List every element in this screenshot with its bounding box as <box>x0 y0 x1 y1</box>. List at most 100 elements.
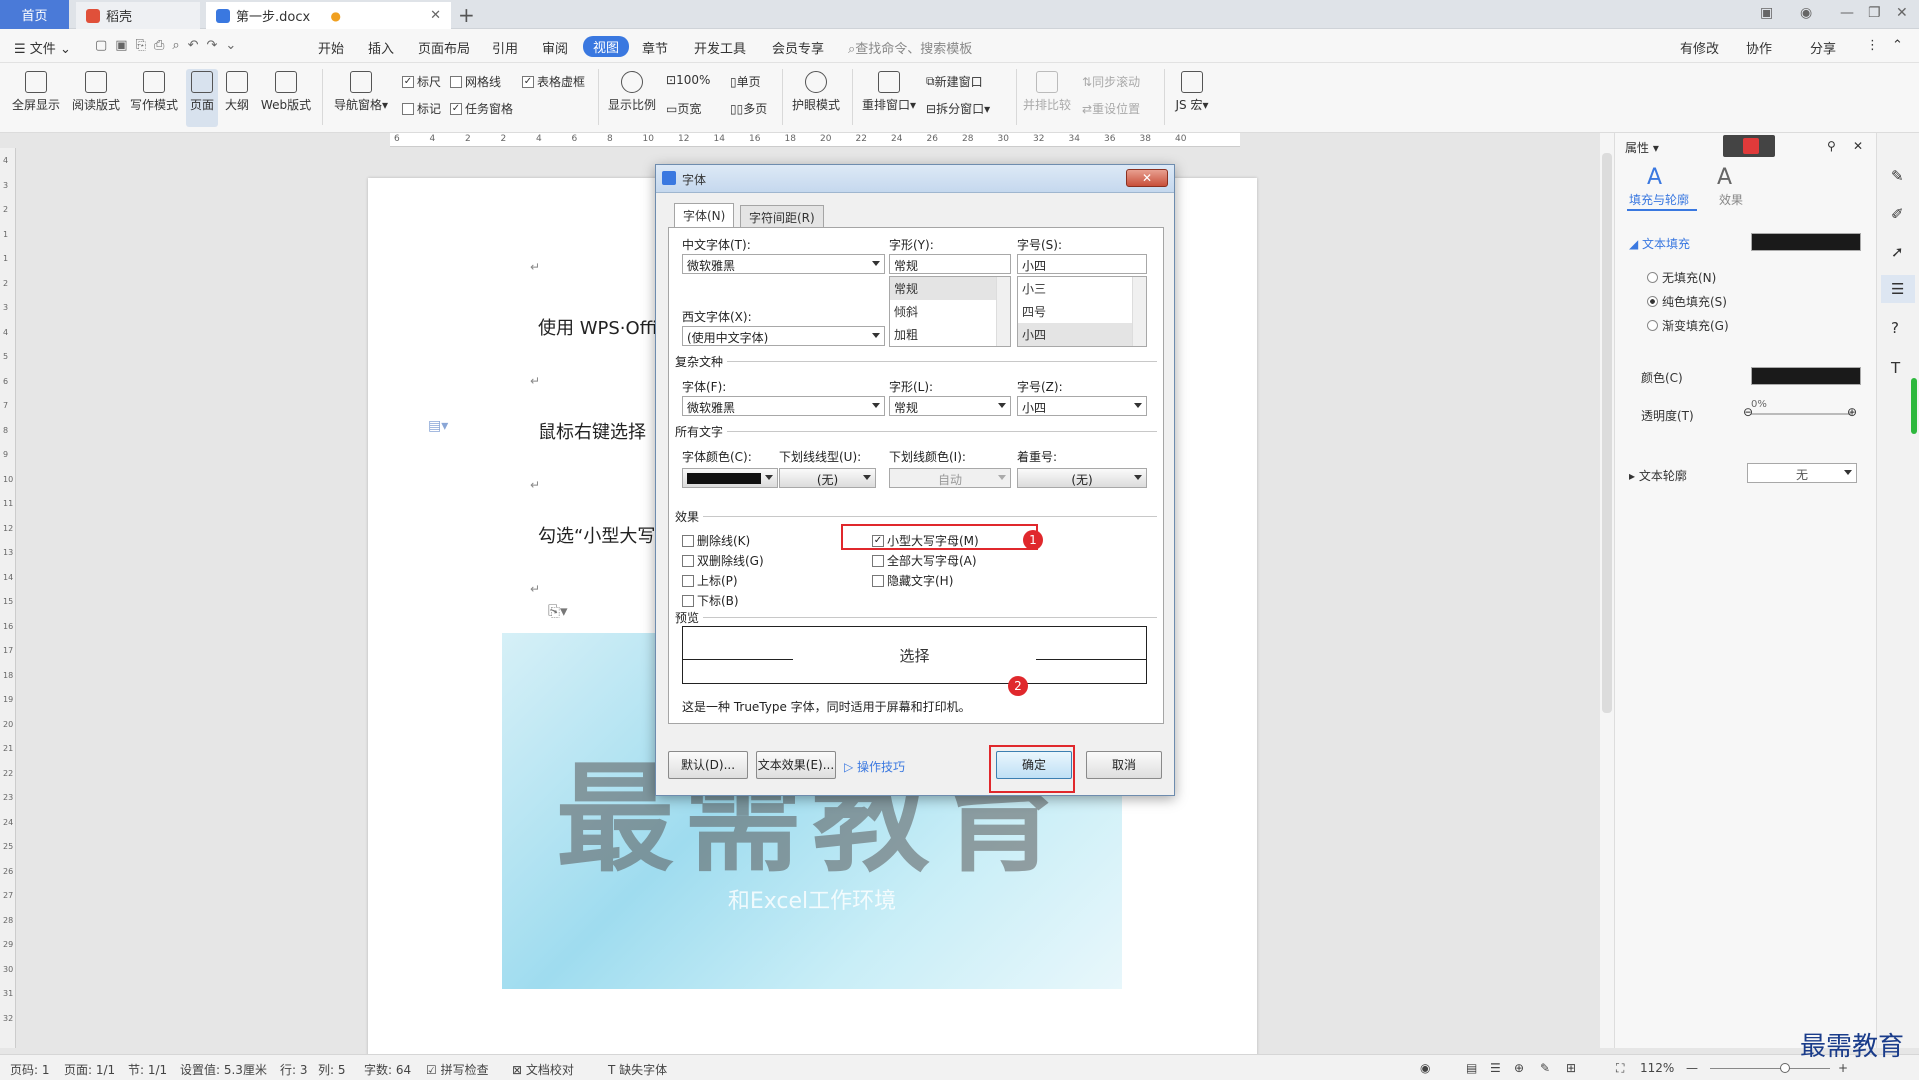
tab-effect[interactable]: 效果 <box>1719 191 1743 208</box>
status-spell[interactable]: ☑ 拼写检查 <box>426 1061 489 1078</box>
page-view-button[interactable]: 页面 <box>186 69 218 127</box>
scroll-thumb[interactable] <box>1602 153 1612 713</box>
doc-line-3[interactable]: 勾选“小型大写 <box>538 522 655 548</box>
text-effect-a-icon[interactable]: A <box>1717 165 1732 190</box>
write-mode-button[interactable]: 写作模式 <box>128 71 180 113</box>
text-outline-header[interactable]: ▸ 文本轮廓 <box>1629 467 1687 484</box>
page-width-button[interactable]: ▭ 页宽 <box>666 100 701 117</box>
list-item[interactable]: 倾斜 <box>890 300 1010 323</box>
style-icon[interactable]: ✎ <box>1891 167 1904 185</box>
menu-review[interactable]: 审阅 <box>542 38 568 57</box>
mark-checkbox[interactable]: 标记 <box>402 100 441 117</box>
rearrange-window-button[interactable]: 重排窗口▾ <box>858 71 920 113</box>
radio-gradient-fill[interactable]: 渐变填充(G) <box>1647 317 1729 334</box>
dialog-close-button[interactable]: ✕ <box>1126 169 1168 187</box>
horizontal-ruler[interactable]: 6 4 2 2 4 6 8 10 12 14 16 18 20 22 24 26 28 30 32 34 36 38 40 <box>390 133 1240 147</box>
vertical-ruler[interactable]: 4 3 2 1 1 2 3 4 5 6 7 8 9 10 11 12 13 14 15 16 17 18 19 20 21 22 2… <box>0 148 16 1048</box>
status-col[interactable]: 列: 5 <box>318 1061 346 1078</box>
text-effects-button[interactable]: 文本效果(E)... <box>756 751 836 779</box>
cn-font-select[interactable]: 微软雅黑 <box>682 254 885 274</box>
panel-title[interactable]: 属性 ▾ <box>1625 139 1659 156</box>
multi-page-button[interactable]: ▯▯ 多页 <box>730 100 767 117</box>
split-window-button[interactable]: ⊟ 拆分窗口 ▾ <box>926 100 990 117</box>
radio-no-fill[interactable]: 无填充(N) <box>1647 269 1716 286</box>
help-icon[interactable]: ? <box>1891 319 1899 337</box>
doc-note-icon[interactable]: ▤▾ <box>428 418 448 434</box>
more-icon[interactable]: ⋮ <box>1866 38 1879 53</box>
nav-pane-button[interactable]: 导航窗格▾ <box>330 71 392 113</box>
cancel-button[interactable]: 取消 <box>1086 751 1162 779</box>
ruler-checkbox[interactable]: ✓ 标尺 <box>402 73 441 90</box>
underline-select[interactable]: (无) <box>779 468 876 488</box>
default-button[interactable]: 默认(D)... <box>668 751 748 779</box>
text-icon[interactable]: T <box>1891 359 1900 377</box>
west-font-select[interactable]: (使用中文字体) <box>682 326 885 346</box>
layout-status-icon[interactable]: ⊞ <box>1566 1061 1576 1075</box>
outline-dropdown[interactable]: 无 <box>1747 463 1857 483</box>
compare-button[interactable]: 并排比较 <box>1022 71 1072 113</box>
properties-tool-icon[interactable]: ☰ <box>1881 275 1915 303</box>
write-status-icon[interactable]: ✎ <box>1540 1061 1550 1075</box>
menu-devtools[interactable]: 开发工具 <box>694 38 746 57</box>
pin-icon[interactable]: ⚲ <box>1827 139 1836 153</box>
list-item[interactable]: 小三 <box>1018 277 1146 300</box>
zoom-100-button[interactable]: ⊡ 100% <box>666 73 710 87</box>
zoom-slider[interactable] <box>1710 1068 1830 1069</box>
text-fill-a-icon[interactable]: A <box>1647 165 1662 190</box>
doc-line-1[interactable]: 使用 WPS·Offi <box>538 314 657 340</box>
avatar[interactable]: ◉ <box>1800 5 1812 21</box>
emphasis-select[interactable]: (无) <box>1017 468 1147 488</box>
vertical-scrollbar[interactable] <box>1600 133 1614 1048</box>
add-tab-icon[interactable]: + <box>458 3 475 27</box>
tab-document[interactable]: 第一步.docx ● ✕ <box>206 2 451 29</box>
status-proof[interactable]: ⊠ 文档校对 <box>512 1061 574 1078</box>
style-input[interactable]: 常规 <box>889 254 1011 274</box>
js-macro-button[interactable]: JS 宏▾ <box>1170 71 1214 113</box>
list-item[interactable]: 加粗 <box>890 323 1010 346</box>
status-section[interactable]: 节: 1/1 <box>128 1061 167 1078</box>
text-fill-header[interactable]: ◢ 文本填充 <box>1629 235 1690 252</box>
search-command[interactable]: ⌕查找命令、搜索模板 <box>848 38 972 57</box>
complex-style-select[interactable]: 常规 <box>889 396 1011 416</box>
edit-icon[interactable]: ✐ <box>1891 205 1904 223</box>
layout-icon[interactable]: ▣ <box>1760 5 1773 21</box>
menu-layout[interactable]: 页面布局 <box>418 38 470 57</box>
transparency-slider[interactable] <box>1751 413 1851 415</box>
font-color-swatch[interactable] <box>1751 367 1861 385</box>
status-setting[interactable]: 设置值: 5.3厘米 <box>180 1061 267 1078</box>
status-pages[interactable]: 页面: 1/1 <box>64 1061 115 1078</box>
list-scrollbar[interactable] <box>1132 277 1146 346</box>
tab-home[interactable]: 首页 <box>0 0 69 29</box>
minus-icon[interactable]: ⊖ <box>1743 405 1753 419</box>
zoom-button[interactable]: 显示比例 <box>604 71 660 113</box>
complex-font-select[interactable]: 微软雅黑 <box>682 396 885 416</box>
fit-icon[interactable]: ⛶ <box>1616 1061 1624 1076</box>
menu-collab[interactable]: 协作 <box>1746 38 1772 57</box>
select-icon[interactable]: ➚ <box>1891 243 1904 261</box>
tab-fill-outline[interactable]: 填充与轮廓 <box>1629 191 1689 208</box>
new-window-button[interactable]: ⧉ 新建窗口 <box>926 73 983 90</box>
sync-scroll-button[interactable]: ⇅ 同步滚动 <box>1082 73 1140 90</box>
zoom-slider-thumb[interactable] <box>1780 1063 1790 1073</box>
menu-reference[interactable]: 引用 <box>492 38 518 57</box>
hidden-text-checkbox[interactable]: 隐藏文字(H) <box>872 572 953 589</box>
quick-access-icons[interactable]: ▢▣⎘⎙⌕↶↷⌄ <box>95 38 244 53</box>
fullscreen-button[interactable]: 全屏显示 <box>10 71 62 113</box>
underline-color-select[interactable]: 自动 <box>889 468 1011 488</box>
menu-member[interactable]: 会员专享 <box>772 38 824 57</box>
fill-color-swatch[interactable] <box>1751 233 1861 251</box>
restore-icon[interactable]: ❐ <box>1868 5 1881 21</box>
radio-solid-fill[interactable]: 纯色填充(S) <box>1647 293 1727 310</box>
read-mode-button[interactable]: 阅读版式 <box>70 71 122 113</box>
outline-view-status-icon[interactable]: ☰ <box>1490 1061 1501 1075</box>
collapse-ribbon-icon[interactable]: ⌃ <box>1892 38 1903 53</box>
reset-position-button[interactable]: ⇄ 重设位置 <box>1082 100 1140 117</box>
single-page-button[interactable]: ▯ 单页 <box>730 73 761 90</box>
eye-mode-button[interactable]: 护眼模式 <box>788 71 844 113</box>
paste-options-icon[interactable]: ⎘▾ <box>548 602 568 620</box>
status-row[interactable]: 行: 3 <box>280 1061 308 1078</box>
list-scrollbar[interactable] <box>996 277 1010 346</box>
style-preview[interactable] <box>1723 135 1775 157</box>
tab-close-icon[interactable]: ✕ <box>430 8 441 23</box>
zoom-in-icon[interactable]: + <box>1838 1061 1848 1075</box>
